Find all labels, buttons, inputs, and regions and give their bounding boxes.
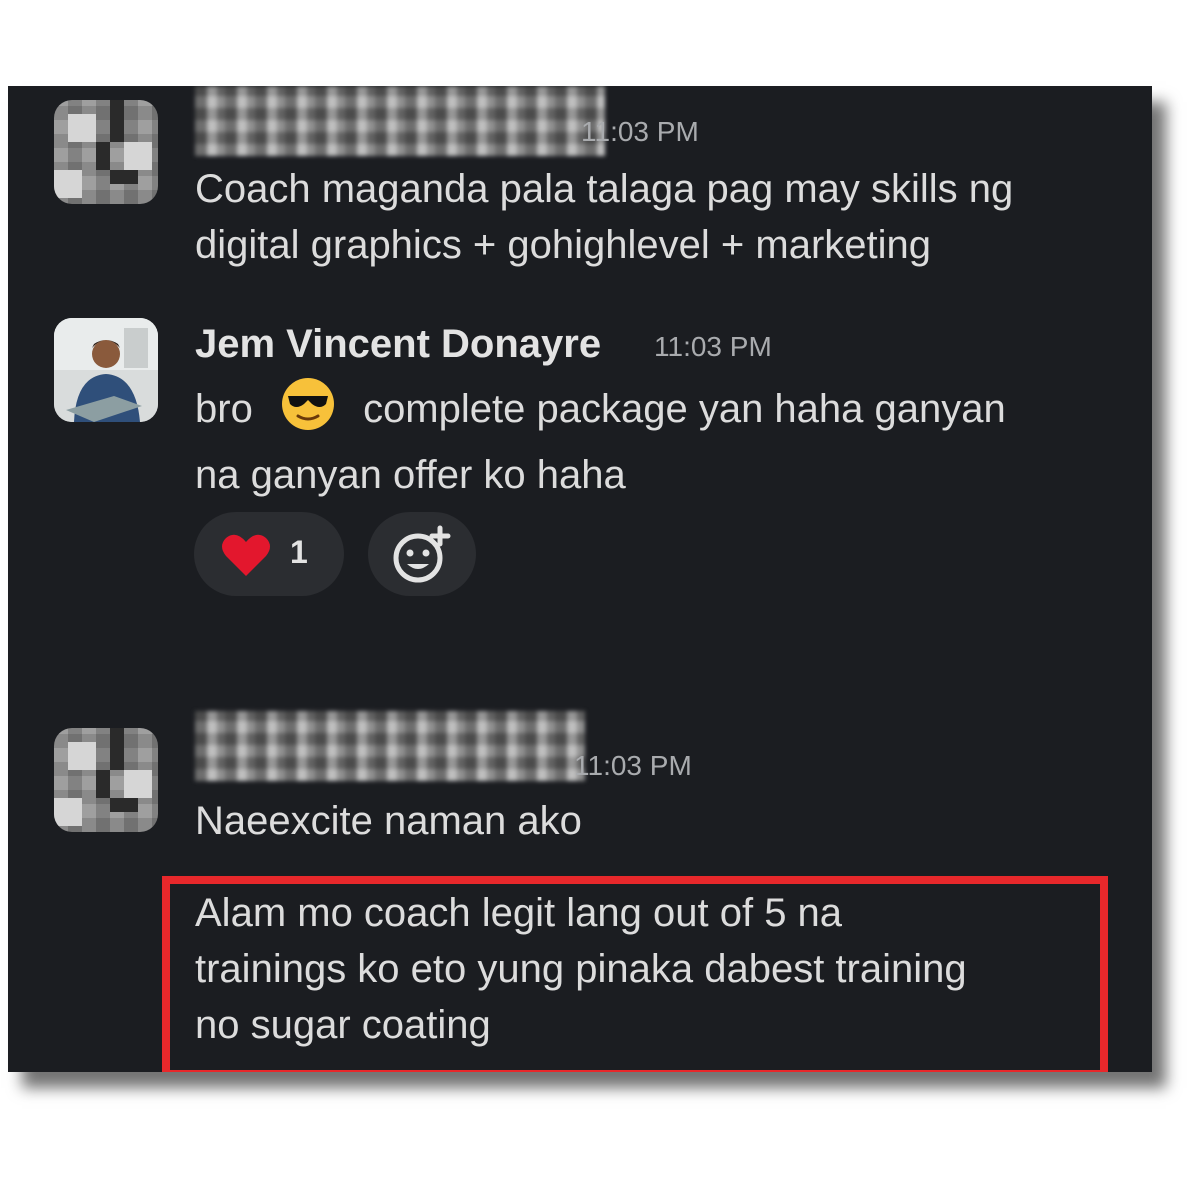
message-line: Coach maganda pala talaga pag may skills… [195, 167, 1014, 211]
message-time: 11:03 PM [574, 750, 692, 781]
message-line: na ganyan offer ko haha [195, 453, 626, 497]
message-text: Coach maganda pala talaga pag may skills… [195, 161, 1125, 273]
message-text: bro complete package yan haha ganyan na … [195, 376, 1125, 503]
message-time: 11:03 PM [654, 331, 772, 362]
chat-screenshot: 11:03 PM Coach maganda pala talaga pag m… [8, 86, 1152, 1072]
highlight-box [162, 876, 1108, 1072]
heart-icon [222, 534, 270, 576]
blurred-avatar[interactable] [54, 100, 158, 204]
message-time: 11:03 PM [581, 116, 699, 147]
user-avatar[interactable] [54, 318, 158, 422]
message-text: Naeexcite naman ako [195, 793, 1125, 849]
sender-name[interactable]: Jem Vincent Donayre [195, 322, 601, 367]
blurred-sender-name [195, 711, 585, 781]
message-line: Naeexcite naman ako [195, 799, 582, 843]
sunglasses-emoji-icon [280, 376, 336, 447]
heart-reaction-pill[interactable]: 1 [194, 512, 344, 596]
add-reaction-icon [393, 525, 451, 583]
blurred-avatar[interactable] [54, 728, 158, 832]
message-word: bro [195, 387, 253, 432]
person-with-laptop-icon [54, 318, 158, 422]
message-word: complete package yan haha ganyan [363, 387, 1006, 432]
message-line: bro complete package yan haha ganyan [195, 376, 1125, 447]
add-reaction-button[interactable] [368, 512, 476, 596]
blurred-sender-name [195, 86, 605, 156]
reaction-count: 1 [290, 534, 308, 570]
message-line: digital graphics + gohighlevel + marketi… [195, 223, 931, 267]
